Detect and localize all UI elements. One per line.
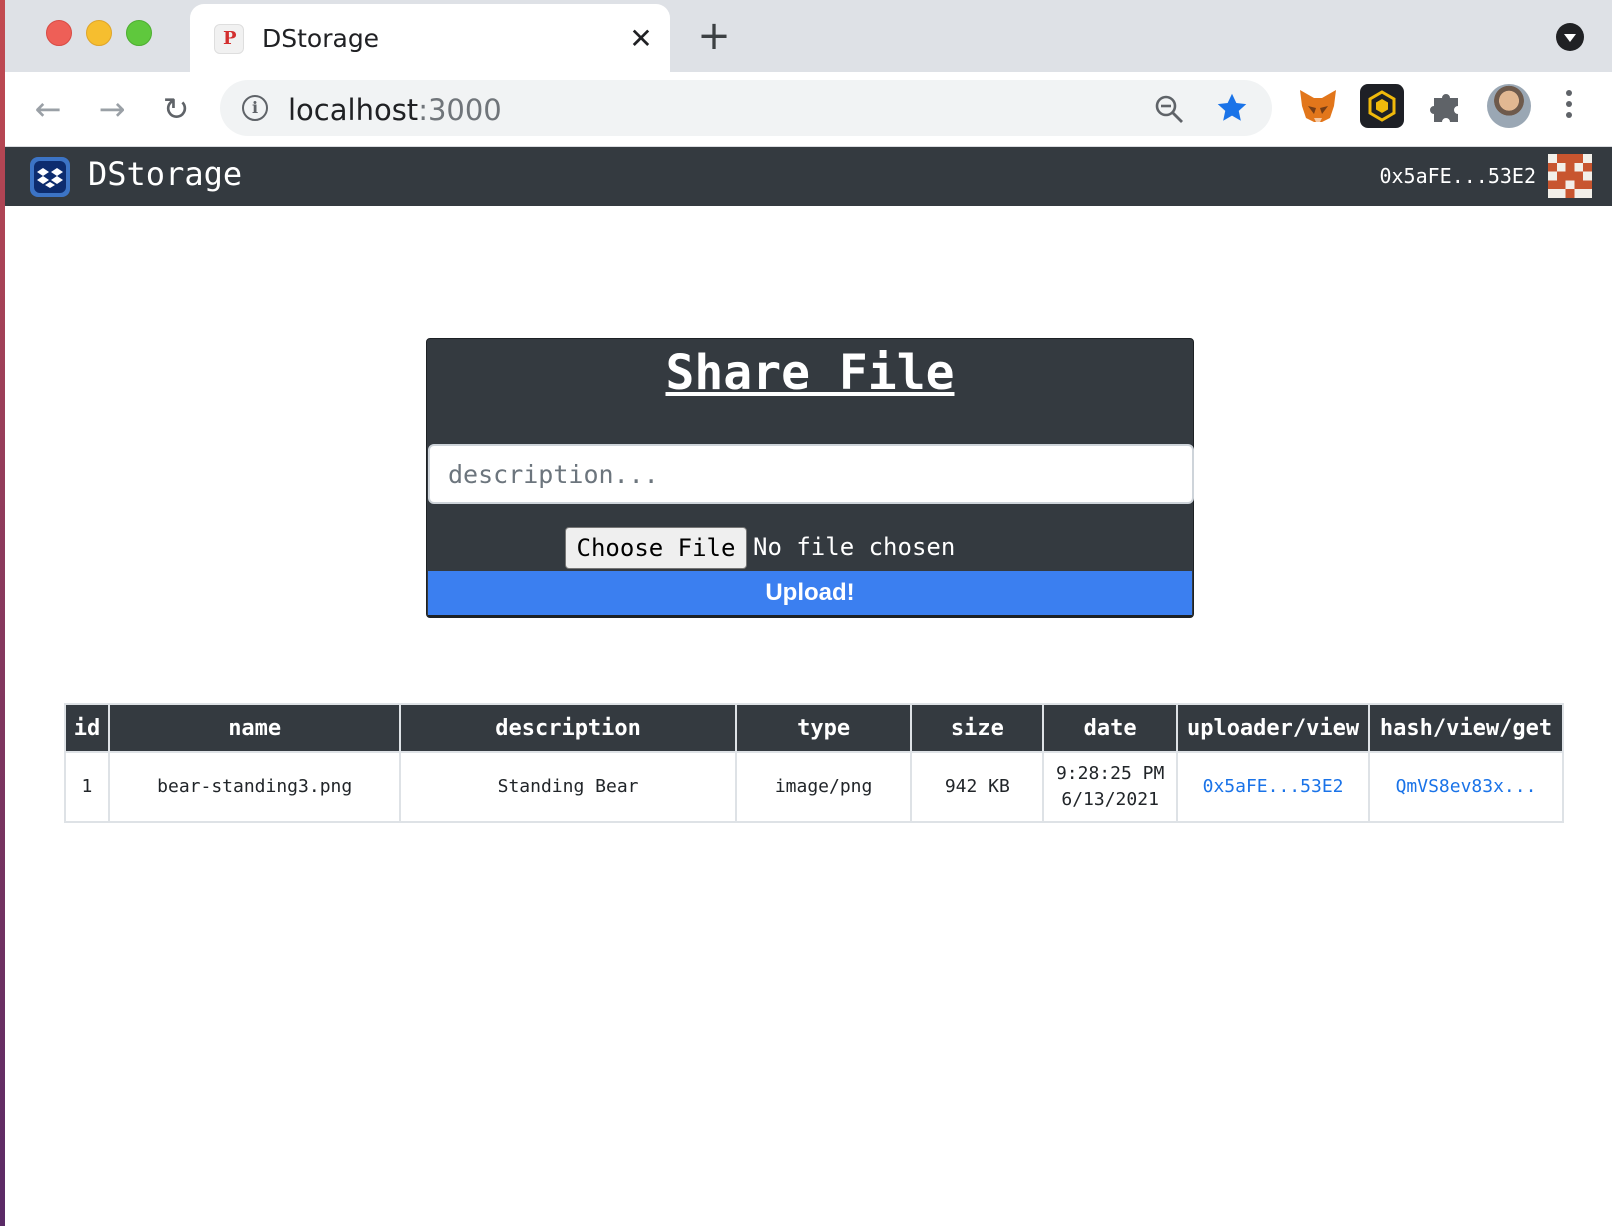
column-header-name: name — [107, 703, 402, 753]
dstorage-logo-icon — [30, 157, 70, 197]
reload-icon[interactable]: ↻ — [156, 90, 196, 130]
profile-avatar[interactable] — [1487, 84, 1531, 128]
account-identicon — [1548, 154, 1592, 198]
browser-tabstrip: P DStorage ✕ + — [0, 0, 1612, 72]
url-text[interactable]: localhost:3000 — [288, 93, 502, 127]
cell-date-text: 6/13/2021 — [1061, 789, 1159, 810]
browser-menu-icon[interactable] — [1564, 90, 1574, 122]
column-header-uploader: uploader/view — [1176, 703, 1371, 753]
files-table: id name description type size date uploa… — [64, 703, 1564, 823]
tab-title: DStorage — [262, 24, 380, 53]
tab-search-icon[interactable] — [1556, 23, 1584, 51]
cell-hash: QmVS8ev83x... — [1368, 751, 1564, 823]
table-header-row: id name description type size date uploa… — [64, 703, 1564, 753]
window-close-button[interactable] — [46, 20, 72, 46]
column-header-hash: hash/view/get — [1368, 703, 1564, 753]
description-input[interactable] — [428, 444, 1194, 504]
cell-size: 942 KB — [910, 751, 1045, 823]
cell-id: 1 — [64, 751, 110, 823]
site-info-icon[interactable]: i — [242, 95, 268, 121]
upload-button[interactable]: Upload! — [428, 571, 1192, 617]
column-header-size: size — [910, 703, 1045, 753]
forward-arrow-icon[interactable]: → — [92, 90, 132, 130]
address-bar[interactable]: i localhost:3000 — [220, 80, 1272, 136]
new-tab-button[interactable]: + — [696, 16, 732, 56]
cell-date: 9:28:25 PM 6/13/2021 — [1042, 751, 1179, 823]
extensions-puzzle-icon[interactable] — [1424, 84, 1468, 128]
cell-type: image/png — [734, 751, 913, 823]
column-header-type: type — [734, 703, 913, 753]
uploader-link[interactable]: 0x5aFE...53E2 — [1203, 776, 1344, 797]
column-header-id: id — [64, 703, 110, 753]
share-file-card: Share File Choose File No file chosen Up… — [426, 338, 1194, 618]
hash-link[interactable]: QmVS8ev83x... — [1396, 776, 1537, 797]
window-maximize-button[interactable] — [126, 20, 152, 46]
tab-favicon-icon: P — [214, 24, 244, 54]
binance-wallet-icon[interactable] — [1360, 84, 1404, 128]
metamask-fox-icon[interactable] — [1296, 84, 1340, 128]
cell-time-text: 9:28:25 PM — [1055, 763, 1165, 784]
window-minimize-button[interactable] — [86, 20, 112, 46]
account-address: 0x5aFE...53E2 — [1379, 164, 1536, 188]
zoom-out-icon[interactable] — [1154, 94, 1184, 124]
share-file-heading: Share File — [665, 345, 955, 401]
cell-name: bear-standing3.png — [107, 751, 402, 823]
app-title: DStorage — [88, 155, 243, 193]
back-arrow-icon[interactable]: ← — [28, 90, 68, 130]
browser-tab-active[interactable]: P DStorage ✕ — [190, 4, 670, 72]
bookmark-star-icon[interactable] — [1214, 90, 1250, 126]
file-status-text: No file chosen — [753, 533, 956, 561]
app-navbar: DStorage 0x5aFE...53E2 — [0, 147, 1612, 206]
table-row: 1 bear-standing3.png Standing Bear image… — [64, 751, 1564, 823]
cell-description: Standing Bear — [399, 751, 737, 823]
column-header-description: description — [399, 703, 737, 753]
choose-file-button[interactable]: Choose File — [565, 527, 747, 569]
tab-close-icon[interactable]: ✕ — [626, 24, 656, 54]
desktop-edge — [0, 0, 5, 1226]
column-header-date: date — [1042, 703, 1179, 753]
cell-uploader: 0x5aFE...53E2 — [1176, 751, 1371, 823]
